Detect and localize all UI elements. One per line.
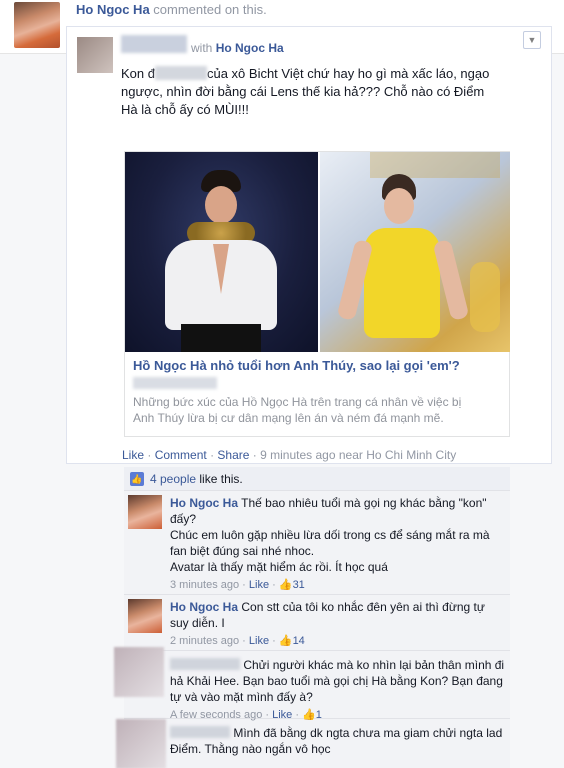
- comment-author[interactable]: Ho Ngoc Ha: [170, 600, 238, 614]
- activity-suffix: commented on this.: [153, 2, 267, 17]
- commenter-avatar[interactable]: [14, 2, 60, 48]
- comment-like-link[interactable]: Like: [249, 635, 269, 647]
- comment-text-line2: Chúc em luôn gặp nhiều lừa dối trong cs …: [170, 528, 490, 558]
- link-domain-blurred: [133, 377, 217, 389]
- post-text: Kon đ của xô Bicht Việt chứ hay ho gì mà …: [121, 65, 493, 119]
- story-card: with Ho Ngoc Ha ▼ Kon đ của xô Bicht Việt…: [66, 26, 552, 464]
- comment-avatar[interactable]: [128, 599, 162, 633]
- link-description: Những bức xúc của Hồ Ngọc Hà trên trang …: [133, 395, 462, 425]
- comment-author[interactable]: Ho Ngoc Ha: [170, 496, 238, 510]
- comment-item: Mình đã bằng dk ngta chưa ma giam chửi n…: [116, 719, 510, 768]
- comment-author-blurred: [170, 726, 230, 738]
- comment-body: Ho Ngoc Ha Thế bao nhiêu tuổi mà gọi ng …: [170, 495, 506, 593]
- with-prefix: with: [191, 41, 213, 55]
- comment-avatar[interactable]: [128, 495, 162, 529]
- link-preview-card[interactable]: Hồ Ngọc Hà nhỏ tuổi hơn Anh Thúy, sao lạ…: [124, 151, 510, 437]
- comment-body: Ho Ngoc Ha Con stt của tôi ko nhắc đên y…: [170, 599, 506, 649]
- link-image-left[interactable]: [125, 152, 318, 352]
- comment-meta: 2 minutes ago · Like · 👍14: [170, 635, 305, 647]
- comment-meta: 3 minutes ago · Like · 👍31: [170, 579, 305, 591]
- likes-suffix: like this.: [199, 472, 243, 486]
- likes-summary: 👍 4 people like this.: [124, 467, 510, 491]
- comment-like-link[interactable]: Like: [249, 579, 269, 591]
- comment-body: Chửi người khác mà ko nhìn lại bản thân …: [170, 657, 506, 723]
- comment-text-line3: Avatar là thấy mặt hiểm ác rồi. Ít học q…: [170, 560, 388, 574]
- comments-list: Ho Ngoc Ha Thế bao nhiêu tuổi mà gọi ng …: [114, 491, 510, 768]
- separator: ·: [210, 448, 215, 462]
- tagged-line: with Ho Ngoc Ha: [191, 41, 284, 55]
- comment-link[interactable]: Comment: [155, 448, 207, 462]
- blurred-word: [154, 66, 207, 80]
- likes-count-link[interactable]: 4 people: [150, 472, 196, 486]
- activity-name-link[interactable]: Ho Ngoc Ha: [76, 2, 150, 17]
- comment-item: Ho Ngoc Ha Thế bao nhiêu tuổi mà gọi ng …: [124, 491, 510, 595]
- story-time[interactable]: 9 minutes ago near Ho Chi Minh City: [260, 448, 456, 462]
- comment-item: Chửi người khác mà ko nhìn lại bản thân …: [114, 647, 510, 721]
- comment-time[interactable]: 2 minutes ago: [170, 635, 239, 647]
- link-image-right[interactable]: [320, 152, 510, 352]
- comment-avatar-blurred[interactable]: [114, 647, 164, 697]
- thumbs-up-icon: 👍: [130, 472, 144, 486]
- link-title[interactable]: Hồ Ngọc Hà nhỏ tuổi hơn Anh Thúy, sao lạ…: [133, 358, 503, 373]
- comment-time[interactable]: 3 minutes ago: [170, 579, 239, 591]
- comment-item: Ho Ngoc Ha Con stt của tôi ko nhắc đên y…: [124, 595, 510, 651]
- comment-like-count[interactable]: 31: [293, 579, 305, 591]
- likes-text: 4 people like this.: [150, 472, 243, 486]
- tagged-name-link[interactable]: Ho Ngoc Ha: [216, 41, 284, 55]
- comment-like-count[interactable]: 14: [293, 635, 305, 647]
- post-text-part1: Kon đ: [121, 66, 155, 81]
- thumbs-up-icon: 👍: [278, 579, 293, 591]
- author-name-blurred: [121, 35, 187, 53]
- separator: ·: [147, 448, 152, 462]
- story-actions: Like · Comment · Share · 9 minutes ago n…: [122, 448, 456, 462]
- chevron-down-icon[interactable]: ▼: [523, 31, 541, 49]
- separator: ·: [252, 448, 257, 462]
- author-avatar[interactable]: [77, 37, 113, 73]
- comment-avatar-blurred[interactable]: [116, 719, 166, 768]
- thumbs-up-icon: 👍: [278, 635, 293, 647]
- share-link[interactable]: Share: [217, 448, 249, 462]
- comment-body: Mình đã bằng dk ngta chưa ma giam chửi n…: [170, 725, 506, 757]
- like-link[interactable]: Like: [122, 448, 144, 462]
- comment-author-blurred: [170, 658, 240, 670]
- activity-line: Ho Ngoc Ha commented on this.: [76, 2, 267, 17]
